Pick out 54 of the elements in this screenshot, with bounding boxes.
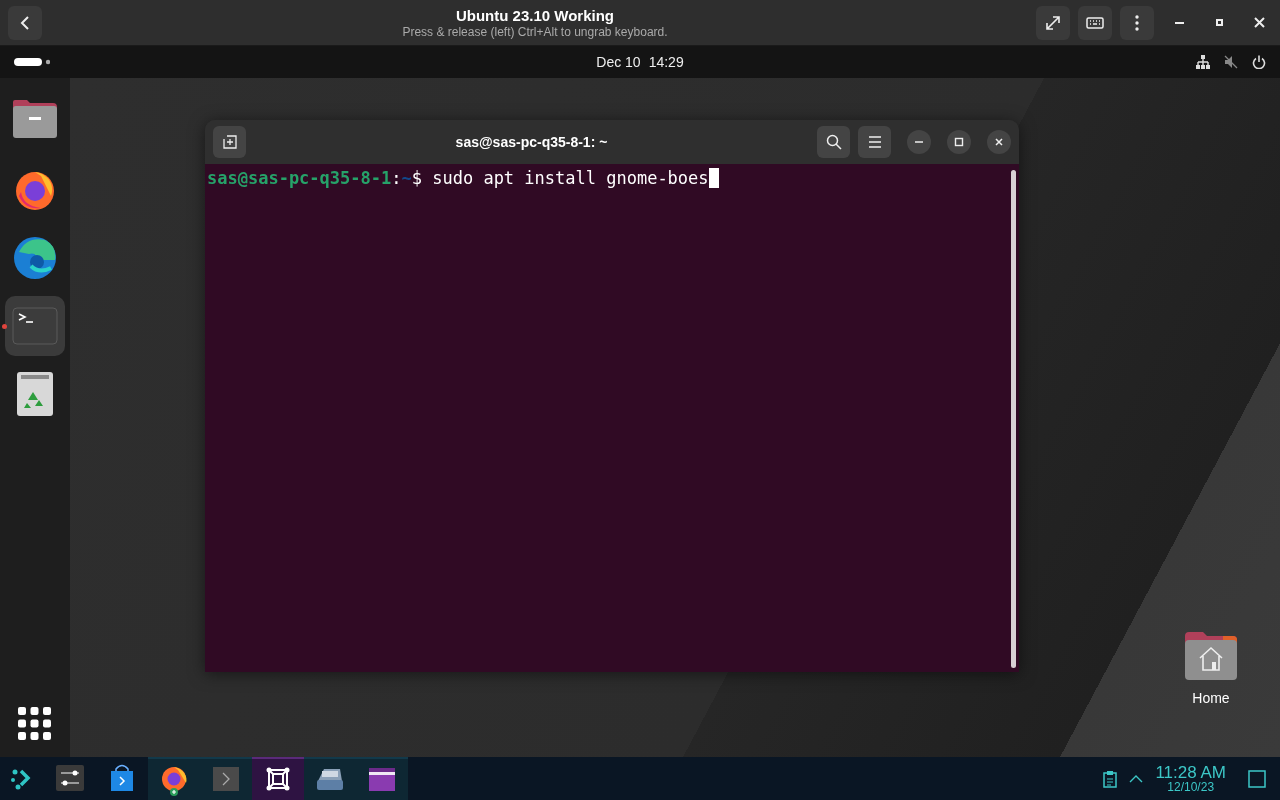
text-cursor [708,168,719,188]
taskbar-item[interactable] [252,757,304,800]
back-icon [19,14,31,31]
close-button[interactable] [987,130,1011,154]
search-button[interactable] [817,126,850,158]
terminal-title: sas@sas-pc-q35-8-1: ~ [454,134,609,150]
maximize-icon [1215,19,1223,26]
time-text: 14:29 [648,54,684,70]
command-text: sudo apt install gnome-boes [431,168,709,188]
clipboard-icon[interactable] [1103,769,1118,788]
minimize-icon [1174,21,1184,24]
window-title: Ubuntu 23.10 Working [455,6,615,24]
prompt-path: ~ [401,168,412,188]
clock-date: 12/10/23 [1167,781,1215,793]
back-button[interactable] [8,5,42,40]
clock-time: 11:28 AM [1155,764,1226,781]
keyboard-button[interactable] [1078,5,1112,40]
menu-button[interactable] [858,126,891,158]
fullscreen-icon [1045,14,1061,31]
close-icon [994,137,1004,147]
minimize-button[interactable] [907,130,931,154]
new-tab-button[interactable] [213,126,246,158]
network-icon[interactable] [1196,55,1210,69]
desktop-icon-label: Home [1192,690,1230,706]
minimize-icon [914,141,924,143]
more-icon [1135,14,1139,31]
home-folder-icon[interactable] [1183,630,1239,682]
show-desktop-icon[interactable] [1248,769,1266,788]
maximize-icon [954,137,964,147]
scrollbar[interactable] [1011,170,1016,668]
running-indicator [2,324,7,329]
chevron-up-icon[interactable] [1129,774,1144,783]
muted-speaker-icon[interactable] [1224,55,1238,69]
date-text: Dec 10 [596,54,641,70]
workspace-indicator-icon[interactable] [14,58,50,66]
fullscreen-button[interactable] [1036,5,1070,40]
window-subtitle: Press & release (left) Ctrl+Alt to ungrab keyboard. [402,24,668,39]
prompt-user-host: sas@sas-pc-q35-8-1 [207,168,392,188]
close-icon [1253,17,1265,28]
keyboard-icon [1086,15,1104,30]
app-grid-icon[interactable] [18,707,52,741]
taskbar-item[interactable] [356,757,408,800]
taskbar-clock[interactable]: 11:28 AM 12/10/23 [1155,764,1226,793]
new-tab-icon [222,135,237,149]
menu-button[interactable] [1120,5,1154,40]
edge-icon [11,234,59,282]
taskbar-item[interactable] [304,757,356,800]
power-icon[interactable] [1252,55,1266,69]
prompt-separator: : [391,168,402,188]
taskbar-item[interactable] [148,757,200,800]
search-icon [825,134,842,150]
menu-icon [867,136,882,148]
maximize-button[interactable] [947,130,971,154]
prompt-symbol: $ [411,168,422,188]
